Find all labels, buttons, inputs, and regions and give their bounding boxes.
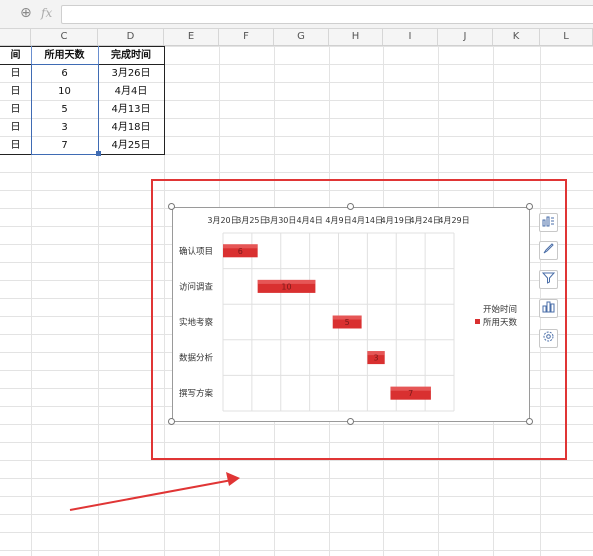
annotation-arrow bbox=[69, 472, 240, 511]
